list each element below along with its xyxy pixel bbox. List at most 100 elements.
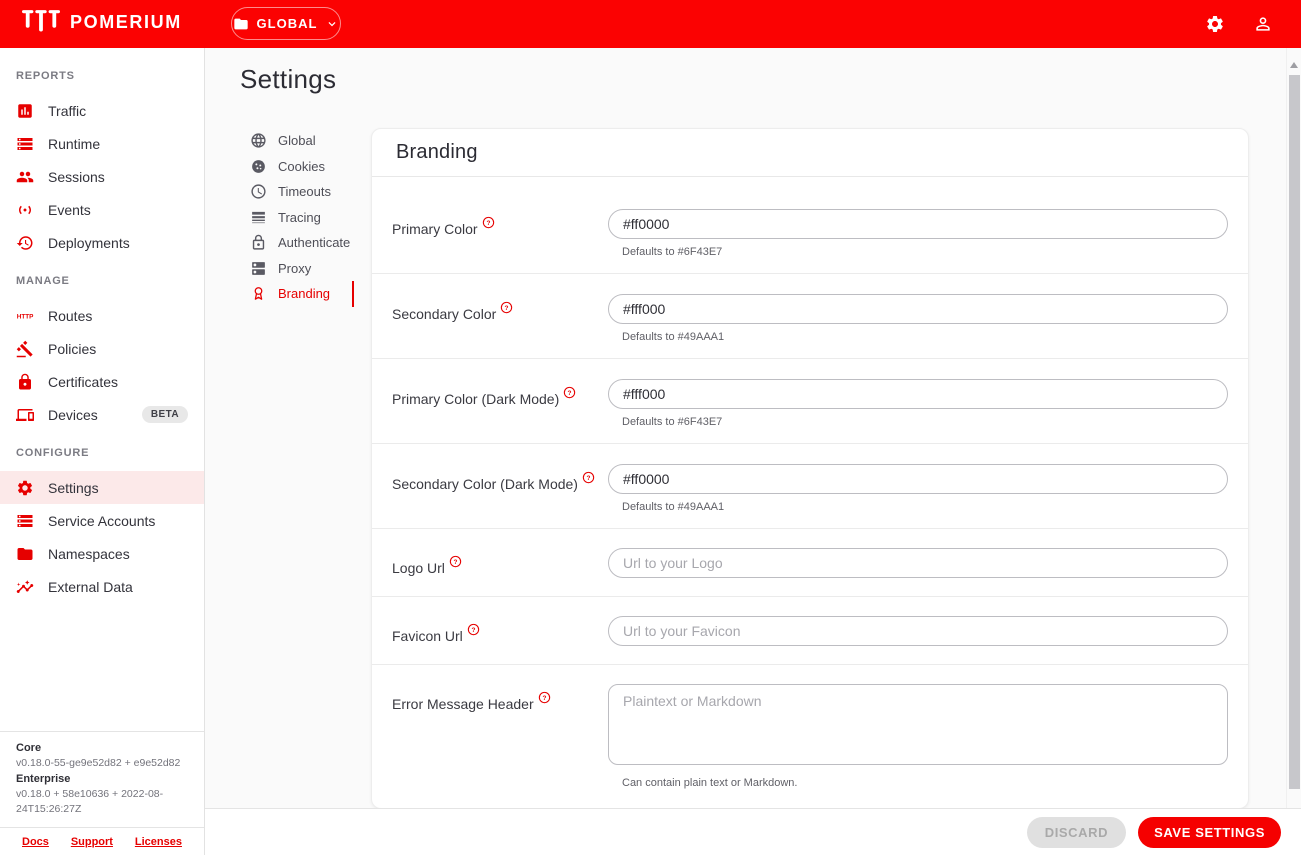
help-icon[interactable]: ? bbox=[500, 301, 513, 314]
svg-text:HTTP: HTTP bbox=[17, 313, 34, 320]
enterprise-version-value: v0.18.0 + 58e10636 + 2022-08-24T15:26:27… bbox=[16, 788, 164, 815]
sidebar-item-events[interactable]: Events bbox=[0, 193, 204, 226]
sidebar-item-runtime[interactable]: Runtime bbox=[0, 127, 204, 160]
sidebar-item-devices[interactable]: Devices BETA bbox=[0, 398, 204, 431]
docs-link[interactable]: Docs bbox=[22, 836, 49, 848]
branding-icon bbox=[250, 285, 267, 302]
sidebar-item-routes[interactable]: HTTP Routes bbox=[0, 299, 204, 332]
help-icon[interactable]: ? bbox=[449, 555, 462, 568]
sidebar-item-label: Devices bbox=[48, 406, 98, 423]
licenses-link[interactable]: Licenses bbox=[135, 836, 182, 848]
tab-tracing[interactable]: Tracing bbox=[250, 205, 352, 231]
help-icon[interactable]: ? bbox=[482, 216, 495, 229]
pomerium-logo[interactable]: POMERIUM bbox=[22, 10, 182, 35]
sidebar-item-settings[interactable]: Settings bbox=[0, 471, 204, 504]
namespaces-icon bbox=[16, 545, 34, 563]
card-title: Branding bbox=[396, 141, 478, 163]
events-icon bbox=[16, 201, 34, 219]
sidebar-item-traffic[interactable]: Traffic bbox=[0, 94, 204, 127]
sidebar-item-deployments[interactable]: Deployments bbox=[0, 226, 204, 259]
tab-label: Timeouts bbox=[278, 184, 331, 200]
field-input-col: Defaults to #6F43E7 bbox=[608, 379, 1228, 443]
field-label-col: Primary Color (Dark Mode)? bbox=[392, 379, 608, 443]
nav-section-configure: CONFIGURE Settings Service Accounts Namespa… bbox=[0, 447, 204, 603]
sidebar-item-label: Runtime bbox=[48, 135, 101, 152]
svg-text:?: ? bbox=[471, 627, 475, 634]
svg-text:?: ? bbox=[453, 559, 457, 566]
discard-button[interactable]: DISCARD bbox=[1026, 816, 1127, 848]
tab-branding[interactable]: Branding bbox=[250, 281, 352, 307]
gear-icon[interactable] bbox=[1205, 14, 1225, 34]
primary-color-input[interactable] bbox=[608, 209, 1228, 239]
sidebar-item-label: Settings bbox=[48, 479, 99, 496]
logo-url-input[interactable] bbox=[608, 548, 1228, 578]
svg-text:?: ? bbox=[542, 695, 546, 702]
authenticate-icon bbox=[250, 234, 267, 251]
save-settings-button[interactable]: SAVE SETTINGS bbox=[1138, 816, 1281, 848]
primary-color-dark-mode-input[interactable] bbox=[608, 379, 1228, 409]
help-icon[interactable]: ? bbox=[467, 623, 480, 636]
section-label: CONFIGURE bbox=[16, 447, 90, 459]
field-label-col: Logo Url? bbox=[392, 548, 608, 596]
tab-cookies[interactable]: Cookies bbox=[250, 154, 352, 180]
support-link[interactable]: Support bbox=[71, 836, 113, 848]
person-icon[interactable] bbox=[1253, 14, 1273, 34]
sidebar-item-sessions[interactable]: Sessions bbox=[0, 160, 204, 193]
sidebar-item-external-data[interactable]: External Data bbox=[0, 570, 204, 603]
form-row-primary-color: Primary Color? Defaults to #6F43E7 bbox=[372, 177, 1248, 274]
sidebar-footer: Core v0.18.0-55-ge9e52d82 + e9e52d82 Ent… bbox=[0, 731, 204, 855]
logo-url-label: Logo Url bbox=[392, 560, 445, 576]
tab-proxy[interactable]: Proxy bbox=[250, 256, 352, 282]
secondary-color-helper-text: Defaults to #49AAA1 bbox=[622, 331, 725, 343]
global-icon bbox=[250, 132, 267, 149]
nav-section-reports: REPORTS Traffic Runtime Sessions Events Deplo… bbox=[0, 70, 204, 259]
field-input-col bbox=[608, 616, 1228, 664]
help-icon[interactable]: ? bbox=[582, 471, 595, 484]
sidebar-item-policies[interactable]: Policies bbox=[0, 332, 204, 365]
sidebar-item-label: Deployments bbox=[48, 234, 130, 251]
form-row-secondary-color-dark-mode: Secondary Color (Dark Mode)? Defaults to … bbox=[372, 444, 1248, 529]
scrollbar-up-arrow[interactable] bbox=[1290, 62, 1298, 68]
help-icon[interactable]: ? bbox=[563, 386, 576, 399]
branding-card: Branding Primary Color? Defaults to #6F43… bbox=[371, 128, 1249, 808]
namespace-selector[interactable]: GLOBAL bbox=[231, 7, 341, 40]
favicon-url-label: Favicon Url bbox=[392, 628, 463, 644]
form-row-primary-color-dark-mode: Primary Color (Dark Mode)? Defaults to #6… bbox=[372, 359, 1248, 444]
scrollbar[interactable] bbox=[1286, 48, 1301, 808]
nav-section-manage: MANAGE HTTP Routes Policies Certificates Devi… bbox=[0, 275, 204, 431]
field-input-col: Defaults to #49AAA1 bbox=[608, 464, 1228, 528]
error-message-header-input[interactable] bbox=[608, 684, 1228, 765]
sidebar-item-label: Events bbox=[48, 201, 91, 218]
field-label-col: Primary Color? bbox=[392, 209, 608, 273]
sidebar-item-label: Certificates bbox=[48, 373, 119, 390]
tab-global[interactable]: Global bbox=[250, 128, 352, 154]
routes-icon: HTTP bbox=[16, 307, 34, 325]
primary-color-dark-mode-helper-text: Defaults to #6F43E7 bbox=[622, 416, 723, 428]
scrollbar-thumb[interactable] bbox=[1289, 75, 1300, 789]
secondary-color-dark-mode-helper-text: Defaults to #49AAA1 bbox=[622, 501, 725, 513]
sidebar-item-namespaces[interactable]: Namespaces bbox=[0, 537, 204, 570]
primary-color-label: Primary Color bbox=[392, 221, 478, 237]
traffic-icon bbox=[16, 102, 34, 120]
primary-color-helper-text: Defaults to #6F43E7 bbox=[622, 246, 723, 258]
section-label: REPORTS bbox=[16, 70, 75, 82]
logo-text: POMERIUM bbox=[70, 12, 182, 32]
tab-label: Authenticate bbox=[278, 235, 351, 251]
help-icon[interactable]: ? bbox=[538, 691, 551, 704]
sidebar-item-certificates[interactable]: Certificates bbox=[0, 365, 204, 398]
cookies-icon bbox=[250, 158, 267, 175]
runtime-icon bbox=[16, 135, 34, 153]
form-row-secondary-color: Secondary Color? Defaults to #49AAA1 bbox=[372, 274, 1248, 359]
tracing-icon bbox=[250, 209, 267, 226]
sidebar-item-service-accounts[interactable]: Service Accounts bbox=[0, 504, 204, 537]
proxy-icon bbox=[250, 260, 267, 277]
action-bar: DISCARD SAVE SETTINGS bbox=[205, 808, 1301, 855]
favicon-url-input[interactable] bbox=[608, 616, 1228, 646]
core-version-label: Core bbox=[16, 742, 42, 754]
tab-timeouts[interactable]: Timeouts bbox=[250, 179, 352, 205]
sidebar-item-label: External Data bbox=[48, 578, 133, 595]
tab-authenticate[interactable]: Authenticate bbox=[250, 230, 352, 256]
tab-label: Branding bbox=[278, 286, 331, 302]
secondary-color-input[interactable] bbox=[608, 294, 1228, 324]
secondary-color-dark-mode-input[interactable] bbox=[608, 464, 1228, 494]
